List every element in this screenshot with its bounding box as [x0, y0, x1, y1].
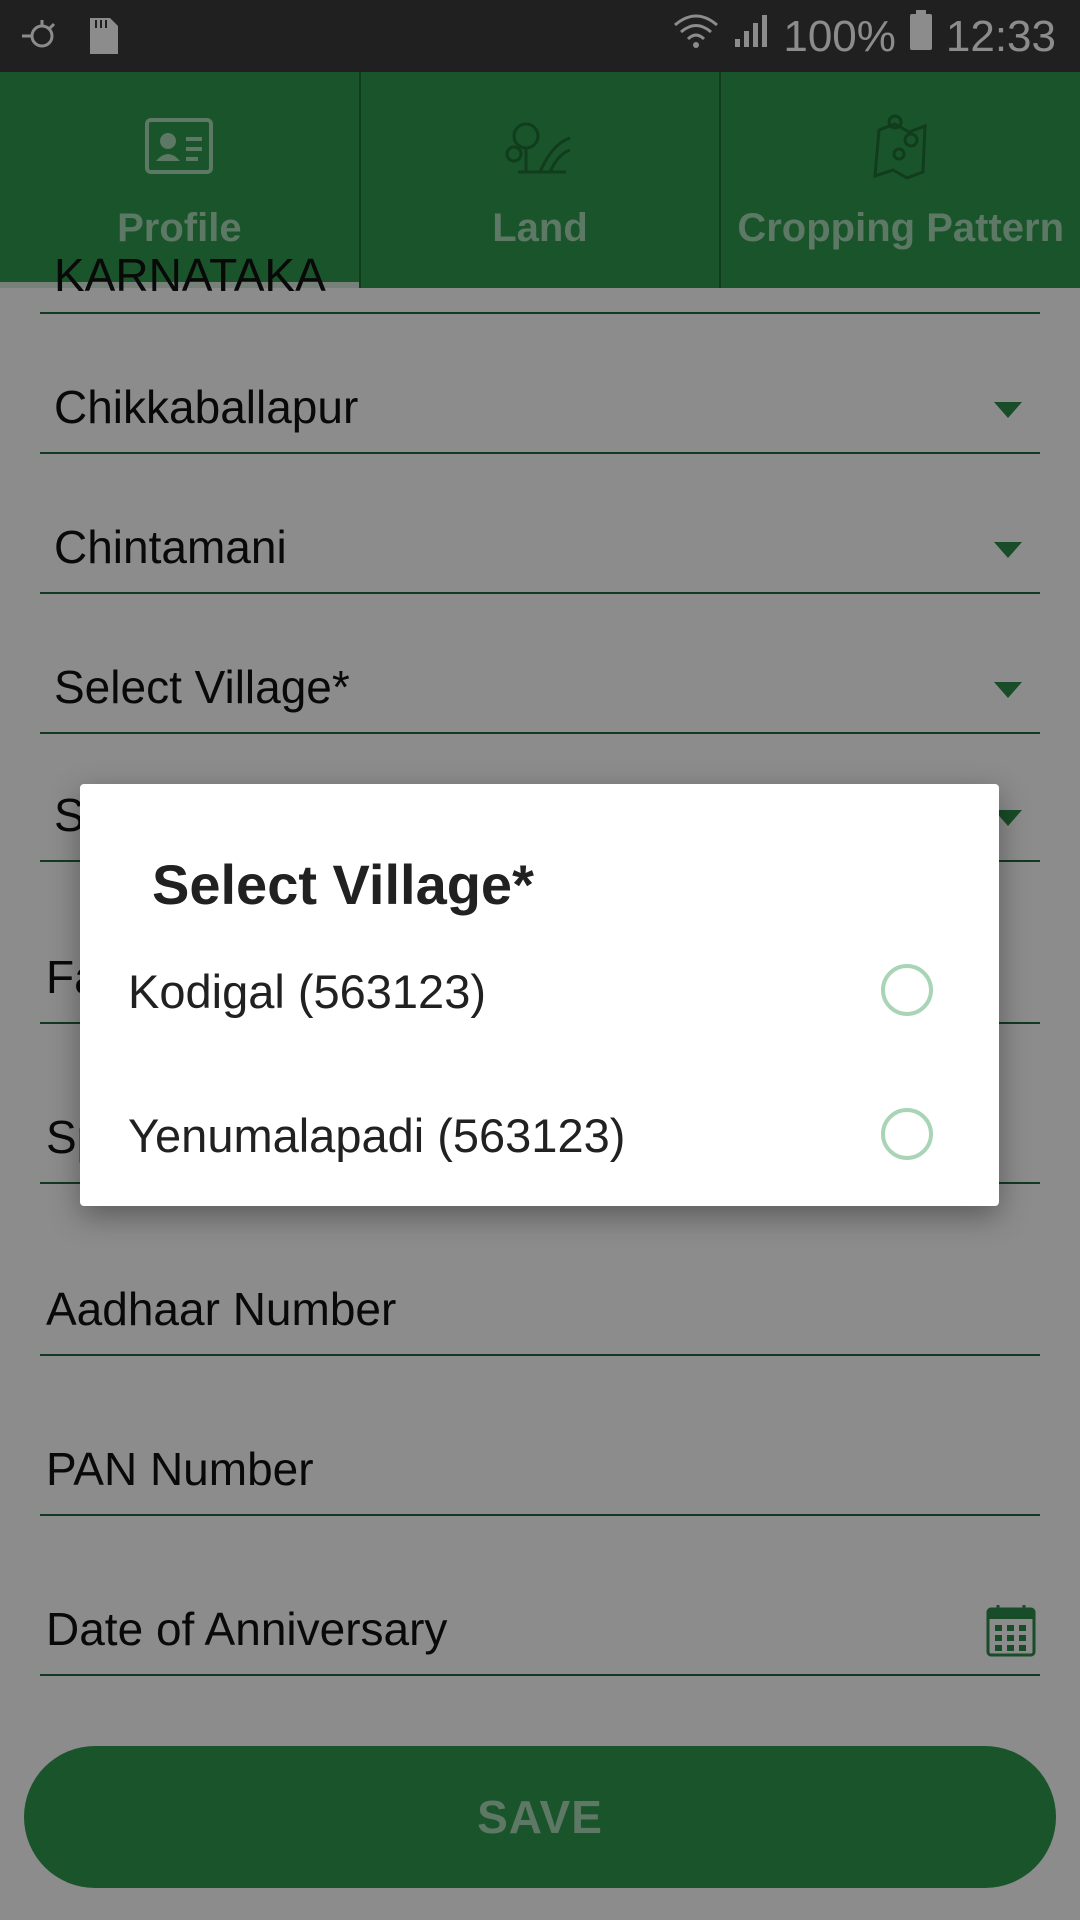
- village-option-label: Kodigal (563123): [128, 965, 486, 1018]
- radio-button[interactable]: [881, 1108, 933, 1160]
- village-option[interactable]: Kodigal (563123): [80, 924, 999, 1064]
- dialog-title: Select Village*: [152, 853, 534, 916]
- village-option[interactable]: Yenumalapadi (563123): [80, 1068, 999, 1208]
- select-village-dialog: Select Village* Kodigal (563123) Yenumal…: [80, 784, 999, 1206]
- village-option-label: Yenumalapadi (563123): [128, 1109, 626, 1162]
- radio-button[interactable]: [881, 964, 933, 1016]
